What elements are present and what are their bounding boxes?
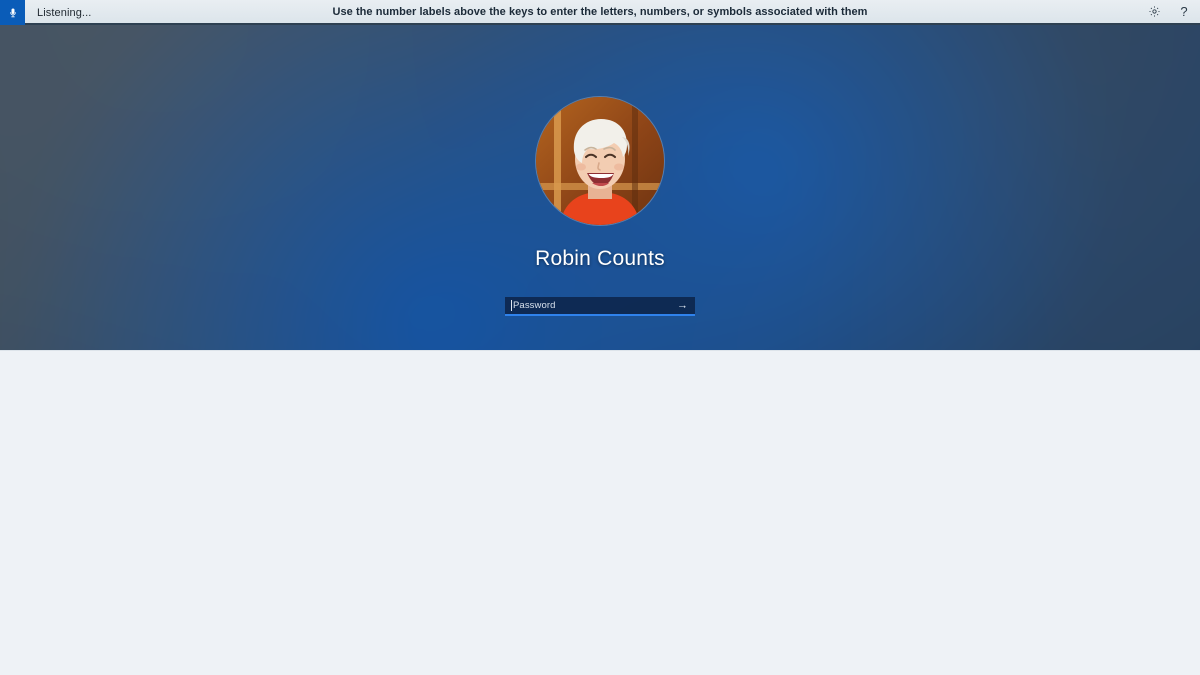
avatar[interactable] [536,97,664,225]
lock-screen: Robin Counts Password → [0,25,1200,350]
password-field-wrapper: Password → [505,297,695,316]
screen: Listening... Use the number labels above… [0,0,1200,675]
password-placeholder: Password [513,300,556,311]
voice-bar-actions: ? [1146,0,1192,23]
question-mark-icon[interactable]: ? [1176,4,1192,20]
arrow-right-icon[interactable]: → [677,300,688,311]
touch-keyboard: 46 ✕ 47 Esc1131q2142w3153e4164r5175t6186… [0,350,1200,675]
voice-status-text: Listening... [37,7,91,19]
voice-hint-text: Use the number labels above the keys to … [0,0,1200,23]
microphone-icon[interactable] [0,0,25,25]
password-input[interactable]: Password → [505,297,695,316]
voice-access-bar: Listening... Use the number labels above… [0,0,1200,25]
gear-icon[interactable] [1146,4,1162,20]
text-caret [511,300,512,311]
page-title: Robin Counts [535,247,665,271]
